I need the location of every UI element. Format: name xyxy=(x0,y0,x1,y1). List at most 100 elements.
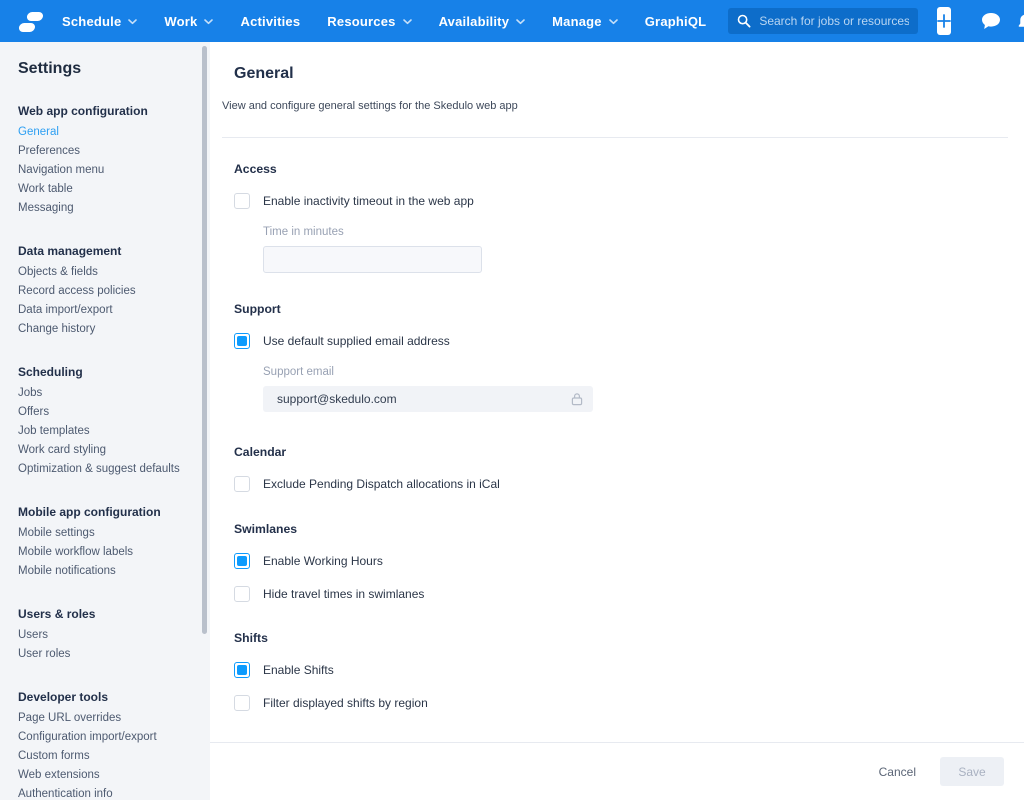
section-title: Calendar xyxy=(234,445,1008,459)
global-search[interactable] xyxy=(728,8,918,34)
lock-icon xyxy=(571,392,583,406)
sidebar-group-heading: Web app configuration xyxy=(18,104,198,118)
checkbox-row: Hide travel times in swimlanes xyxy=(234,586,1008,602)
section-shifts: Shifts Enable Shifts Filter displayed sh… xyxy=(234,631,1008,711)
checkbox-label: Hide travel times in swimlanes xyxy=(263,587,424,601)
action-bar: Cancel Save xyxy=(210,742,1024,800)
sidebar-item-user-roles[interactable]: User roles xyxy=(18,645,198,664)
nav-item-graphiql[interactable]: GraphiQL xyxy=(645,14,707,29)
sidebar-item-users[interactable]: Users xyxy=(18,626,198,645)
sidebar-group-web-app-configuration: Web app configuration General Preference… xyxy=(18,104,198,218)
sidebar-item-mobile-settings[interactable]: Mobile settings xyxy=(18,524,198,543)
nav-item-manage[interactable]: Manage xyxy=(552,14,618,29)
sidebar-title: Settings xyxy=(18,60,198,78)
section-title: Shifts xyxy=(234,631,1008,645)
sidebar-item-optimization-suggest-defaults[interactable]: Optimization & suggest defaults xyxy=(18,460,198,479)
checkbox-label: Enable Shifts xyxy=(263,663,334,677)
sidebar-item-configuration-import-export[interactable]: Configuration import/export xyxy=(18,728,198,747)
sidebar-item-work-card-styling[interactable]: Work card styling xyxy=(18,441,198,460)
checkbox-row: Exclude Pending Dispatch allocations in … xyxy=(234,476,1008,492)
skedulo-logo[interactable] xyxy=(15,10,45,32)
nav-item-schedule[interactable]: Schedule xyxy=(62,14,137,29)
nav-item-availability[interactable]: Availability xyxy=(439,14,526,29)
settings-sidebar: Settings Web app configuration General P… xyxy=(0,42,210,800)
search-input[interactable] xyxy=(759,14,909,28)
logo-bar-bottom xyxy=(18,23,35,32)
chevron-down-icon xyxy=(516,19,525,25)
sidebar-item-record-access-policies[interactable]: Record access policies xyxy=(18,282,198,301)
sidebar-item-web-extensions[interactable]: Web extensions xyxy=(18,766,198,785)
sidebar-item-authentication-info[interactable]: Authentication info xyxy=(18,785,198,800)
sidebar-item-offers[interactable]: Offers xyxy=(18,403,198,422)
nav-menu: Schedule Work Activities Resources Avail… xyxy=(62,14,706,29)
sidebar-item-change-history[interactable]: Change history xyxy=(18,320,198,339)
save-button[interactable]: Save xyxy=(940,757,1004,786)
section-swimlanes: Swimlanes Enable Working Hours Hide trav… xyxy=(234,522,1008,602)
sidebar-item-work-table[interactable]: Work table xyxy=(18,180,198,199)
main-panel: General View and configure general setti… xyxy=(210,42,1024,800)
sidebar-item-messaging[interactable]: Messaging xyxy=(18,199,198,218)
field-label: Time in minutes xyxy=(263,226,1008,239)
chat-icon xyxy=(981,12,1001,30)
nav-item-activities[interactable]: Activities xyxy=(240,14,300,29)
inactivity-timeout-checkbox[interactable] xyxy=(234,193,250,209)
sidebar-item-data-import-export[interactable]: Data import/export xyxy=(18,301,198,320)
messages-button[interactable] xyxy=(981,12,1001,30)
exclude-pending-dispatch-checkbox[interactable] xyxy=(234,476,250,492)
checkbox-label: Enable Working Hours xyxy=(263,554,383,568)
sidebar-item-general[interactable]: General xyxy=(18,123,198,142)
nav-item-resources[interactable]: Resources xyxy=(327,14,411,29)
sidebar-item-job-templates[interactable]: Job templates xyxy=(18,422,198,441)
default-email-checkbox[interactable] xyxy=(234,333,250,349)
nav-item-label: Resources xyxy=(327,14,395,29)
sidebar-group-scheduling: Scheduling Jobs Offers Job templates Wor… xyxy=(18,365,198,479)
sidebar-item-page-url-overrides[interactable]: Page URL overrides xyxy=(18,709,198,728)
sidebar-item-custom-forms[interactable]: Custom forms xyxy=(18,747,198,766)
support-email-input[interactable] xyxy=(263,386,593,412)
section-title: Access xyxy=(234,162,1008,176)
notifications-button[interactable] xyxy=(1018,12,1024,30)
nav-item-label: Availability xyxy=(439,14,510,29)
nav-item-label: Activities xyxy=(240,14,300,29)
search-icon xyxy=(737,14,751,28)
nav-item-label: GraphiQL xyxy=(645,14,707,29)
chevron-down-icon xyxy=(609,19,618,25)
create-new-button[interactable] xyxy=(937,7,951,35)
chevron-down-icon xyxy=(128,19,137,25)
enable-shifts-checkbox[interactable] xyxy=(234,662,250,678)
sidebar-group-data-management: Data management Objects & fields Record … xyxy=(18,244,198,339)
sidebar-item-mobile-workflow-labels[interactable]: Mobile workflow labels xyxy=(18,543,198,562)
checkbox-row: Enable Working Hours xyxy=(234,553,1008,569)
hide-travel-times-checkbox[interactable] xyxy=(234,586,250,602)
plus-icon xyxy=(937,14,951,28)
checkbox-row: Enable inactivity timeout in the web app xyxy=(234,193,1008,209)
section-title: Swimlanes xyxy=(234,522,1008,536)
checkbox-label: Exclude Pending Dispatch allocations in … xyxy=(263,477,500,491)
sidebar-group-heading: Users & roles xyxy=(18,607,198,621)
sidebar-group-heading: Scheduling xyxy=(18,365,198,379)
field-label: Support email xyxy=(263,366,1008,379)
section-access: Access Enable inactivity timeout in the … xyxy=(234,162,1008,273)
sidebar-group-developer-tools: Developer tools Page URL overrides Confi… xyxy=(18,690,198,800)
cancel-button[interactable]: Cancel xyxy=(879,765,916,779)
nav-item-work[interactable]: Work xyxy=(164,14,213,29)
sidebar-item-mobile-notifications[interactable]: Mobile notifications xyxy=(18,562,198,581)
logo-bar-top xyxy=(26,12,43,21)
section-calendar: Calendar Exclude Pending Dispatch alloca… xyxy=(234,445,1008,492)
sidebar-scrollbar[interactable] xyxy=(202,46,207,634)
checkbox-row: Use default supplied email address xyxy=(234,333,1008,349)
checkbox-label: Enable inactivity timeout in the web app xyxy=(263,194,474,208)
sidebar-item-preferences[interactable]: Preferences xyxy=(18,142,198,161)
section-title: Support xyxy=(234,302,1008,316)
sidebar-item-objects-fields[interactable]: Objects & fields xyxy=(18,263,198,282)
sidebar-item-jobs[interactable]: Jobs xyxy=(18,384,198,403)
enable-working-hours-checkbox[interactable] xyxy=(234,553,250,569)
sidebar-group-heading: Data management xyxy=(18,244,198,258)
sidebar-item-navigation-menu[interactable]: Navigation menu xyxy=(18,161,198,180)
checkbox-label: Filter displayed shifts by region xyxy=(263,696,428,710)
filter-shifts-by-region-checkbox[interactable] xyxy=(234,695,250,711)
section-support: Support Use default supplied email addre… xyxy=(234,302,1008,412)
time-in-minutes-field: Time in minutes xyxy=(263,226,1008,273)
checkbox-row: Enable Shifts xyxy=(234,662,1008,678)
time-in-minutes-input[interactable] xyxy=(263,246,482,273)
